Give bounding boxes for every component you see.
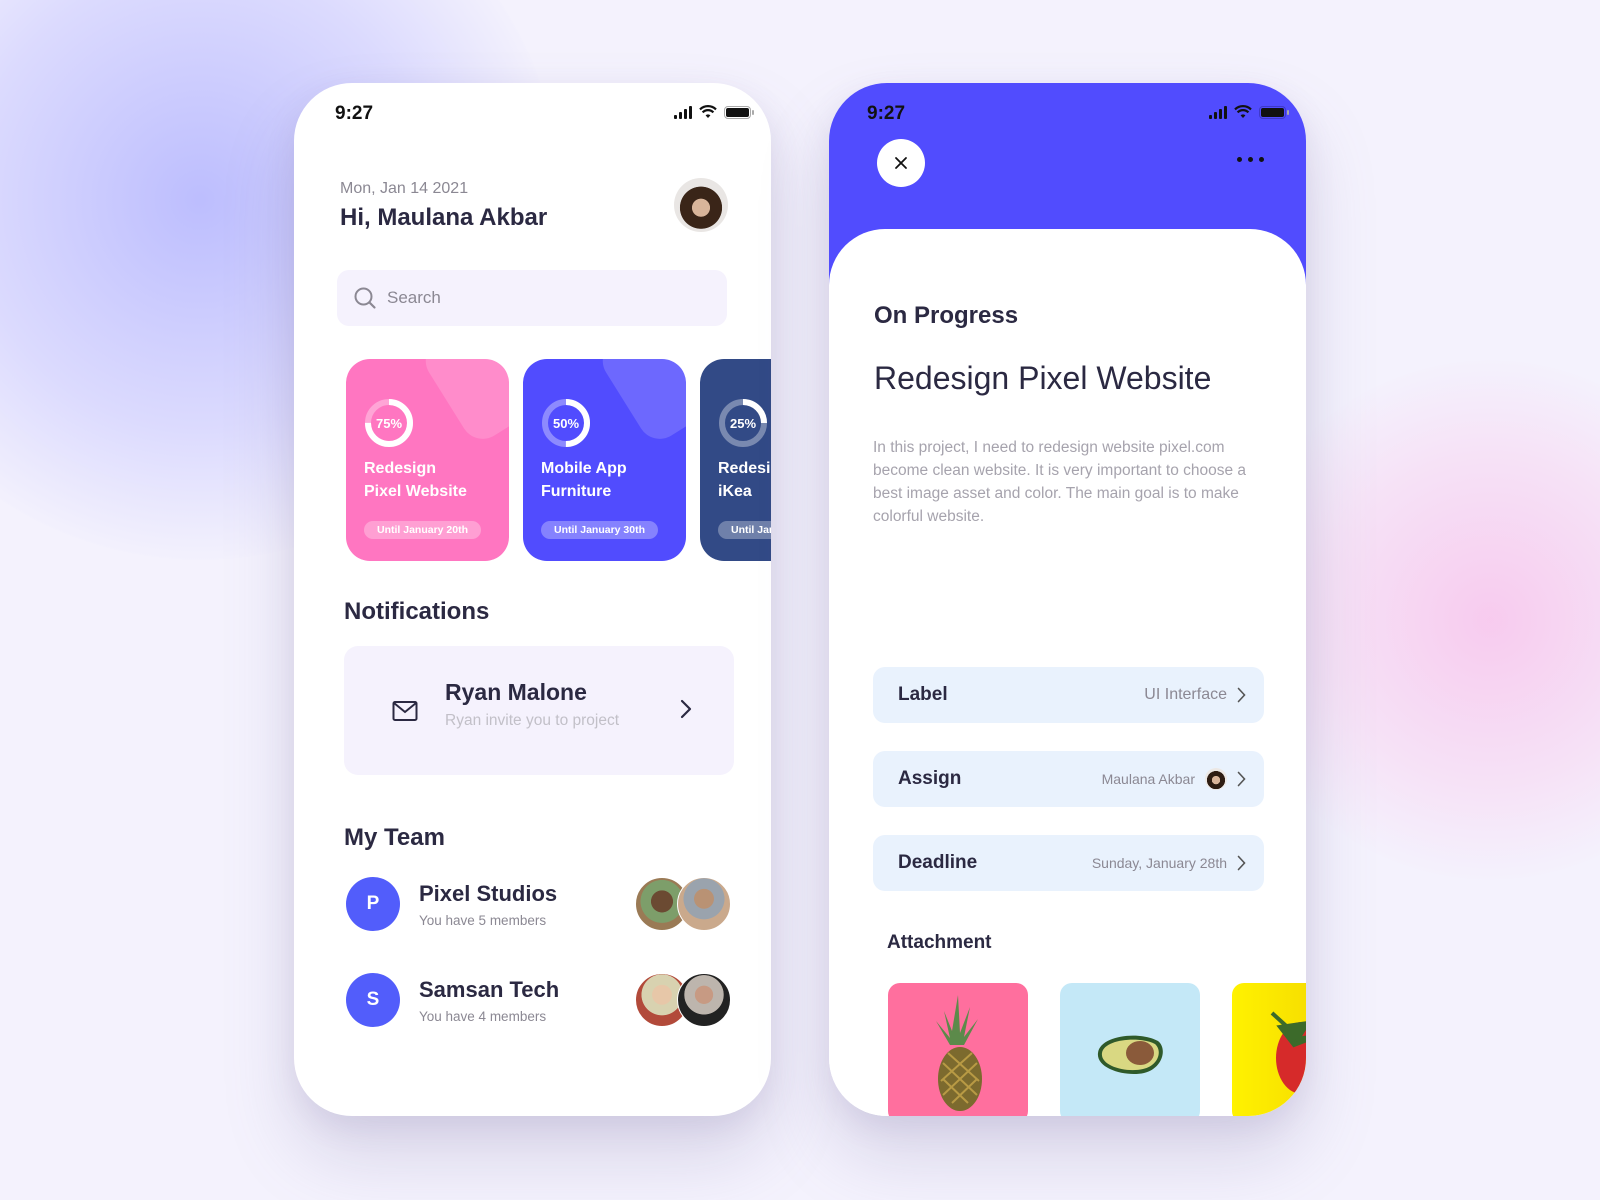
more-horizontal-icon bbox=[1237, 157, 1242, 162]
current-date: Mon, Jan 14 2021 bbox=[340, 180, 469, 197]
member-avatar bbox=[677, 973, 731, 1027]
team-name: Pixel Studios bbox=[419, 881, 558, 906]
project-title: Redesign Pixel Website bbox=[874, 360, 1212, 396]
notification-item[interactable]: Ryan Malone Ryan invite you to project bbox=[344, 646, 734, 775]
project-detail-screen: 9:27 On Progress Redesign Pixel Website … bbox=[829, 83, 1306, 1116]
property-value: UI Interface bbox=[1144, 686, 1227, 703]
close-button[interactable] bbox=[877, 139, 925, 187]
wifi-icon bbox=[699, 105, 717, 118]
project-status: On Progress bbox=[874, 302, 1019, 329]
chevron-right-icon bbox=[1237, 687, 1246, 703]
project-due-badge: Until January 20th bbox=[364, 521, 482, 539]
property-key: Assign bbox=[898, 768, 962, 789]
battery-icon bbox=[724, 105, 754, 119]
project-description: In this project, I need to redesign webs… bbox=[873, 439, 1247, 525]
project-due-badge: Until January 30th bbox=[541, 521, 659, 539]
search-input[interactable] bbox=[387, 288, 707, 308]
home-screen: 9:27 Mon, Jan 14 2021 Hi, Maulana Akbar … bbox=[294, 83, 771, 1116]
attachment-thumbnail-strawberry[interactable] bbox=[1232, 983, 1306, 1116]
more-options-button[interactable] bbox=[1237, 151, 1264, 168]
avocado-image bbox=[1097, 1035, 1163, 1075]
team-item[interactable]: S Samsan Tech You have 4 members bbox=[346, 973, 731, 1033]
project-title: Mobile App Furniture bbox=[541, 460, 627, 500]
attachment-thumbnail-avocado[interactable] bbox=[1060, 983, 1200, 1116]
project-card[interactable]: 75% Redesign Pixel Website Until January… bbox=[346, 359, 509, 561]
wifi-icon bbox=[1234, 105, 1252, 118]
status-time: 9:27 bbox=[867, 103, 906, 124]
deadline-row[interactable]: Deadline Sunday, January 28th bbox=[873, 835, 1264, 891]
property-value: Sunday, January 28th bbox=[1091, 855, 1227, 871]
pineapple-image bbox=[936, 995, 982, 1111]
team-initial-avatar: S bbox=[346, 973, 400, 1027]
chevron-right-icon bbox=[1237, 771, 1246, 787]
my-team-heading: My Team bbox=[344, 824, 445, 851]
team-initial-avatar: P bbox=[346, 877, 400, 931]
project-card[interactable]: 50% Mobile App Furniture Until January 3… bbox=[523, 359, 686, 561]
status-bar: 9:27 bbox=[829, 99, 1306, 129]
member-avatar bbox=[677, 877, 731, 931]
attachment-thumbnail-pineapple[interactable] bbox=[888, 983, 1028, 1116]
chevron-right-icon bbox=[1237, 855, 1246, 871]
team-member-count: You have 5 members bbox=[419, 913, 547, 928]
chevron-right-icon bbox=[680, 699, 692, 719]
property-key: Deadline bbox=[898, 852, 978, 873]
notification-sender: Ryan Malone bbox=[445, 679, 587, 705]
progress-label: 25% bbox=[729, 415, 757, 431]
assignee-avatar bbox=[1205, 768, 1227, 790]
property-value: Maulana Akbar bbox=[1101, 771, 1195, 787]
progress-label: 75% bbox=[375, 415, 403, 431]
team-member-count: You have 4 members bbox=[419, 1009, 547, 1024]
notification-message: Ryan invite you to project bbox=[445, 712, 620, 729]
progress-label: 50% bbox=[552, 415, 580, 431]
strawberry-image bbox=[1270, 1011, 1306, 1094]
team-item[interactable]: P Pixel Studios You have 5 members bbox=[346, 877, 731, 937]
search-icon bbox=[354, 287, 376, 309]
project-cards-carousel[interactable]: 75% Redesign Pixel Website Until January… bbox=[346, 359, 771, 562]
cellular-signal-icon bbox=[674, 105, 692, 119]
project-card[interactable]: 25% Redesign iKea Until January bbox=[700, 359, 771, 561]
status-time: 9:27 bbox=[335, 103, 374, 124]
label-row[interactable]: Label UI Interface bbox=[873, 667, 1264, 723]
attachment-heading: Attachment bbox=[887, 932, 992, 953]
team-name: Samsan Tech bbox=[419, 977, 560, 1002]
user-avatar[interactable] bbox=[674, 178, 728, 232]
property-key: Label bbox=[898, 684, 948, 705]
close-icon bbox=[895, 157, 907, 169]
assign-row[interactable]: Assign Maulana Akbar bbox=[873, 751, 1264, 807]
cellular-signal-icon bbox=[1209, 105, 1227, 119]
project-title: Redesign iKea bbox=[718, 460, 771, 500]
project-due-badge: Until January bbox=[718, 521, 771, 539]
notifications-heading: Notifications bbox=[344, 598, 490, 625]
status-bar: 9:27 bbox=[294, 99, 771, 129]
battery-icon bbox=[1259, 105, 1289, 119]
greeting: Hi, Maulana Akbar bbox=[340, 204, 548, 231]
search-bar[interactable] bbox=[337, 270, 727, 326]
mail-icon bbox=[392, 701, 418, 721]
project-title: Redesign Pixel Website bbox=[364, 460, 467, 500]
